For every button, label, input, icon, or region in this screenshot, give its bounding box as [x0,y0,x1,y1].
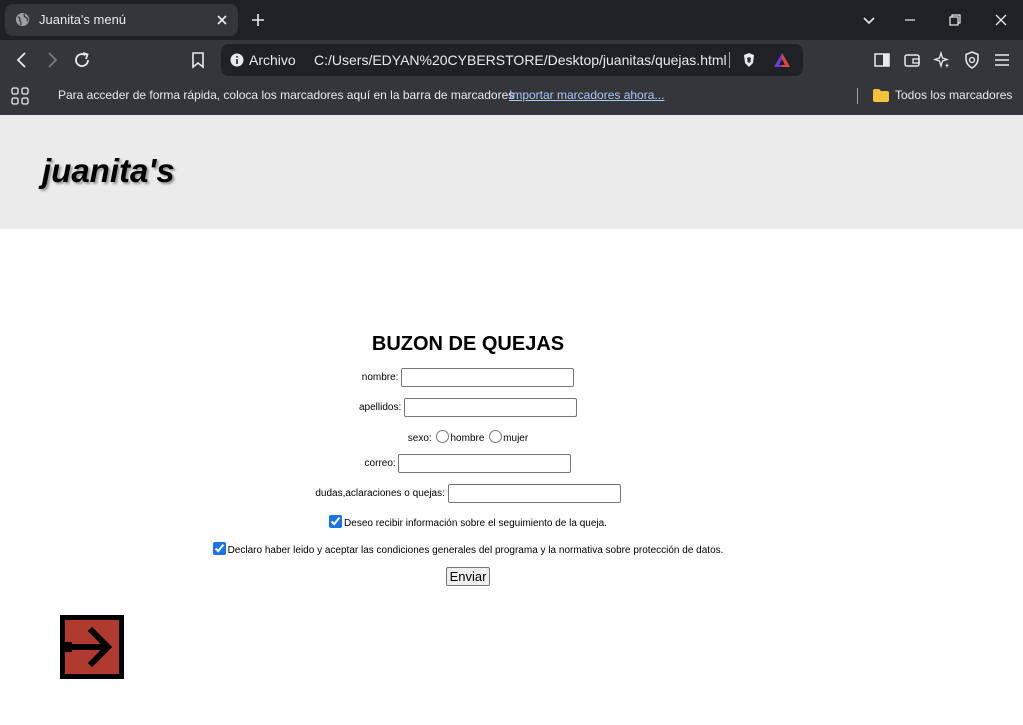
seguimiento-row: Deseo recibir información sobre el segui… [0,515,936,529]
sexo-row: sexo: hombre mujer [0,430,936,444]
correo-input[interactable] [398,454,572,473]
close-icon[interactable] [215,13,229,27]
all-bookmarks-button[interactable]: Todos los marcadores [895,88,1012,102]
correo-label: correo: [364,458,396,470]
seguimiento-label: Deseo recibir información sobre el segui… [344,518,607,529]
bookmarks-separator [857,88,858,104]
enviar-button[interactable]: Enviar [445,567,491,586]
file-label: Archivo [249,52,296,68]
brave-shields-icon[interactable] [741,52,757,68]
info-icon[interactable] [230,53,244,67]
reload-icon[interactable] [72,50,92,70]
nombre-input[interactable] [401,368,575,387]
nombre-row: nombre: [0,368,936,387]
chevron-down-icon[interactable] [859,10,879,30]
nombre-label: nombre: [361,372,399,384]
condiciones-checkbox[interactable] [212,542,226,555]
exit-arrow-icon [60,618,121,676]
forward-icon[interactable] [42,50,62,70]
condiciones-row: Declaro haber leido y aceptar las condic… [0,542,936,556]
omnibox-separator [729,52,730,68]
brave-rewards-icon[interactable] [773,52,791,68]
browser-tab[interactable]: Juanita's menú [5,4,238,36]
page-content: juanita's BUZON DE QUEJAS nombre: apelli… [0,115,1023,725]
dudas-row: dudas,aclaraciones o quejas: [0,484,936,503]
sidebar-icon[interactable] [872,50,892,70]
browser-toolbar: Archivo C:/Users/EDYAN%20CYBERSTORE/Desk… [0,40,1023,80]
menu-icon[interactable] [992,50,1012,70]
bookmarks-bar: Para acceder de forma rápida, coloca los… [0,80,1023,115]
tab-title: Juanita's menú [39,12,127,27]
restore-icon[interactable] [945,10,965,30]
leo-ai-icon[interactable] [932,50,952,70]
new-tab-icon[interactable] [250,12,266,28]
exit-button[interactable] [60,615,124,679]
radio-hombre-label: hombre [450,433,485,444]
radio-hombre[interactable] [436,430,450,443]
apellidos-input[interactable] [404,398,578,417]
condiciones-label: Declaro haber leido y aceptar las condic… [227,545,724,556]
minimize-icon[interactable] [900,10,920,30]
close-window-icon[interactable] [991,10,1011,30]
apellidos-label: apellidos: [358,402,402,414]
submit-row: Enviar [0,567,936,586]
form-title: BUZON DE QUEJAS [371,333,565,355]
site-logo-text[interactable]: juanita's [42,152,175,190]
import-bookmarks-link[interactable]: Importar marcadores ahora... [509,88,664,102]
vpn-icon[interactable] [962,50,982,70]
address-bar[interactable]: Archivo C:/Users/EDYAN%20CYBERSTORE/Desk… [221,44,803,76]
folder-icon [873,89,889,102]
apellidos-row: apellidos: [0,398,936,417]
back-icon[interactable] [12,50,32,70]
dudas-label: dudas,aclaraciones o quejas: [315,488,445,500]
site-header: juanita's [0,115,1023,229]
seguimiento-checkbox[interactable] [329,515,343,528]
sexo-label: sexo: [407,433,432,444]
wallet-icon[interactable] [902,50,922,70]
correo-row: correo: [0,454,936,473]
apps-grid-icon[interactable] [11,87,29,105]
bookmark-icon[interactable] [188,50,208,70]
dudas-input[interactable] [447,484,621,503]
radio-mujer-label: mujer [503,433,529,444]
tab-strip: Juanita's menú [0,0,1023,40]
url-text[interactable]: C:/Users/EDYAN%20CYBERSTORE/Desktop/juan… [314,52,727,68]
globe-icon [15,12,30,27]
bookmarks-prompt: Para acceder de forma rápida, coloca los… [58,88,515,102]
radio-mujer[interactable] [489,430,503,443]
